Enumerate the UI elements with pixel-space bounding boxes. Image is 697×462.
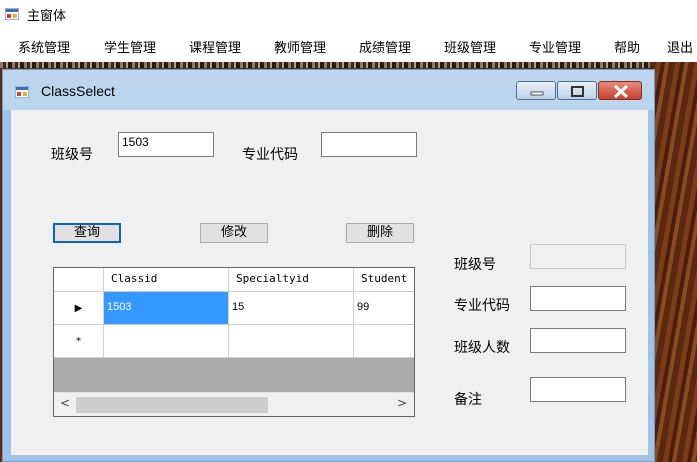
mdi-background-right <box>650 62 697 462</box>
query-button[interactable]: 查询 <box>53 223 121 243</box>
child-title-bar[interactable]: ClassSelect <box>3 70 654 110</box>
grid-cell-new-classid[interactable] <box>104 325 229 358</box>
menu-teacher[interactable]: 教师管理 <box>274 37 326 56</box>
form-app-icon <box>15 86 29 98</box>
maximize-icon <box>571 86 584 97</box>
caption-buttons <box>516 81 642 102</box>
menu-course[interactable]: 课程管理 <box>189 37 241 56</box>
grid-cell-student[interactable]: 99 <box>354 292 414 325</box>
form-app-icon <box>5 8 19 20</box>
grid-corner <box>54 268 104 292</box>
grid-cell-new-student[interactable] <box>354 325 414 358</box>
minimize-button[interactable] <box>516 81 556 100</box>
detail-class-no-input[interactable] <box>530 244 626 269</box>
detail-specialty-code-input[interactable] <box>530 286 626 311</box>
grid-cell-new-specialtyid[interactable] <box>229 325 354 358</box>
scroll-thumb[interactable] <box>76 397 268 413</box>
form-client-area: 班级号 1503 专业代码 查询 修改 删除 Classid Specialty… <box>11 110 648 455</box>
menu-class[interactable]: 班级管理 <box>444 37 496 56</box>
specialty-code-label: 专业代码 <box>242 147 298 163</box>
detail-remark-input[interactable] <box>530 377 626 402</box>
detail-remark-label: 备注 <box>454 392 482 408</box>
row-indicator-new[interactable]: * <box>54 325 104 358</box>
minimize-icon <box>530 91 544 96</box>
menu-bar: 系统管理 学生管理 课程管理 教师管理 成绩管理 班级管理 专业管理 帮助 退出 <box>0 28 697 62</box>
scroll-right-icon[interactable]: > <box>397 396 407 410</box>
horizontal-scrollbar[interactable]: < > <box>54 392 414 416</box>
close-button[interactable] <box>598 81 642 100</box>
detail-count-input[interactable] <box>530 328 626 353</box>
column-header-student[interactable]: Student <box>354 268 414 292</box>
child-window-title: ClassSelect <box>41 83 115 99</box>
close-icon <box>613 84 629 99</box>
grid-cell-classid[interactable]: 1503 <box>104 292 229 325</box>
scroll-left-icon[interactable]: < <box>60 396 70 410</box>
row-indicator-current[interactable]: ▶ <box>54 292 104 325</box>
class-no-input[interactable]: 1503 <box>118 132 214 157</box>
menu-score[interactable]: 成绩管理 <box>359 37 411 56</box>
detail-count-label: 班级人数 <box>454 340 510 356</box>
class-no-label: 班级号 <box>51 147 93 163</box>
detail-specialty-code-label: 专业代码 <box>454 298 510 314</box>
menu-help[interactable]: 帮助 <box>614 37 640 56</box>
class-select-window: ClassSelect 班级号 1503 专业代码 查询 修改 删除 Class… <box>2 69 655 462</box>
column-header-classid[interactable]: Classid <box>104 268 229 292</box>
menu-specialty[interactable]: 专业管理 <box>529 37 581 56</box>
app-title-bar: 主窗体 <box>0 0 697 28</box>
menu-student[interactable]: 学生管理 <box>104 37 156 56</box>
modify-button[interactable]: 修改 <box>200 223 268 243</box>
app-title: 主窗体 <box>27 9 67 24</box>
detail-class-no-label: 班级号 <box>454 257 496 273</box>
class-data-grid[interactable]: Classid Specialtyid Student ▶ 1503 15 99… <box>53 267 415 417</box>
specialty-code-input[interactable] <box>321 132 417 157</box>
delete-button[interactable]: 删除 <box>346 223 414 243</box>
column-header-specialtyid[interactable]: Specialtyid <box>229 268 354 292</box>
grid-cell-specialtyid[interactable]: 15 <box>229 292 354 325</box>
maximize-button[interactable] <box>557 81 597 100</box>
menu-exit[interactable]: 退出 <box>667 37 693 56</box>
menu-system[interactable]: 系统管理 <box>18 37 70 56</box>
